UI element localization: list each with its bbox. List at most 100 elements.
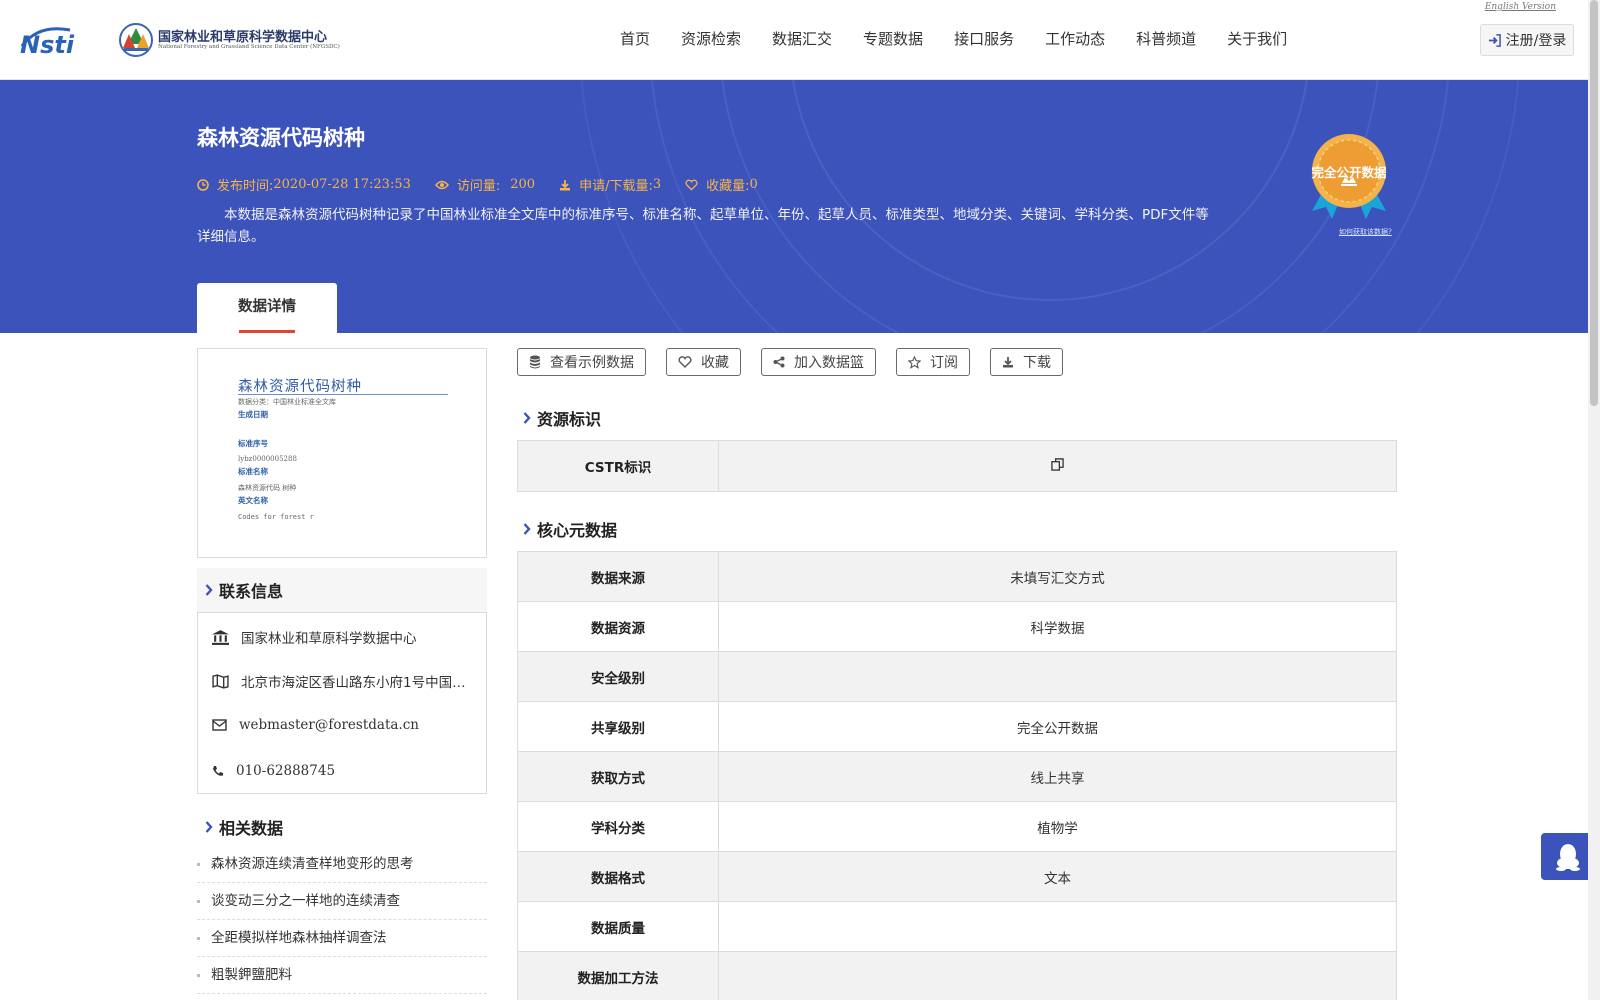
dataset-banner: 森林资源代码树种 发布时间: 2020-07-28 17:23:53 访问量: …	[0, 80, 1600, 333]
table-row: CSTR标识	[517, 440, 1397, 492]
meta-key: 数据质量	[517, 901, 719, 952]
qq-support-button[interactable]	[1541, 833, 1594, 880]
cstr-value-cell	[718, 440, 1397, 492]
nav-api-service[interactable]: 接口服务	[954, 28, 1014, 49]
thumb-field-value: 森林资源代码 树种	[238, 484, 297, 492]
chevron-right-icon	[205, 821, 213, 833]
how-to-get-data-link[interactable]: 如何获取该数据?	[1339, 227, 1392, 237]
thumb-field-label: 标准名称	[238, 467, 268, 476]
download-icon	[1003, 357, 1013, 368]
thumb-title: 森林资源代码树种	[238, 379, 362, 395]
meta-value	[718, 651, 1397, 702]
favorite-button[interactable]: 收藏	[666, 348, 741, 376]
contact-phone: 010-62888745	[212, 763, 472, 779]
qq-penguin-icon	[1555, 843, 1580, 871]
subscribe-button[interactable]: 订阅	[896, 348, 970, 376]
svg-text:Nsti: Nsti	[20, 31, 75, 59]
core-metadata-heading: 核心元数据	[523, 517, 617, 541]
related-data-list: 森林资源连续清查样地变形的思考 谈变动三分之一样地的连续清查 全距模拟样地森林抽…	[197, 846, 487, 994]
contact-email[interactable]: webmaster@forestdata.cn	[212, 717, 472, 733]
main-nav: 首页 资源检索 数据汇交 专题数据 接口服务 工作动态 科普频道 关于我们	[620, 28, 1318, 49]
meta-value	[718, 901, 1397, 952]
meta-value: 科学数据	[718, 601, 1397, 652]
download-count: 申请/下载量: 3	[559, 175, 661, 194]
chevron-right-icon	[523, 523, 531, 535]
meta-value: 文本	[718, 851, 1397, 902]
eye-icon	[434, 180, 449, 189]
core-metadata-table: 数据来源 未填写汇交方式 数据资源 科学数据 安全级别 共享级别 完全公开数据 获取方…	[517, 551, 1397, 1000]
public-data-badge-label: 完全公开数据	[1311, 165, 1387, 180]
dataset-title: 森林资源代码树种	[197, 126, 365, 150]
nav-resource-search[interactable]: 资源检索	[681, 28, 741, 49]
login-button[interactable]: 注册/登录	[1480, 24, 1574, 56]
thumb-field-label: 标准序号	[238, 439, 268, 448]
nfgsdc-logo[interactable]	[118, 22, 158, 58]
meta-key: 安全级别	[517, 651, 719, 702]
dataset-meta: 发布时间: 2020-07-28 17:23:53 访问量: 200 申请/下载…	[197, 175, 782, 194]
table-row: 共享级别 完全公开数据	[517, 701, 1397, 752]
meta-key: 数据格式	[517, 851, 719, 902]
phone-icon	[213, 766, 223, 776]
table-row: 学科分类 植物学	[517, 801, 1397, 852]
envelope-icon	[212, 719, 227, 731]
dataset-thumbnail[interactable]: 森林资源代码树种 数据分类：中国林业标准全文库 生成日期 标准序号 lybz00…	[197, 348, 487, 558]
english-version-link[interactable]: English Version	[1485, 2, 1556, 12]
add-to-basket-button[interactable]: 加入数据篮	[761, 348, 876, 376]
thumb-source: 数据分类：中国林业标准全文库	[238, 398, 336, 406]
meta-key: 数据来源	[517, 551, 719, 602]
page-scrollbar[interactable]	[1588, 0, 1600, 1000]
chevron-right-icon	[205, 584, 213, 596]
meta-value	[718, 951, 1397, 1000]
meta-key: 数据加工方法	[517, 951, 719, 1000]
nav-science-channel[interactable]: 科普频道	[1136, 28, 1196, 49]
meta-key: 数据资源	[517, 601, 719, 652]
nav-topic-data[interactable]: 专题数据	[863, 28, 923, 49]
scrollbar-thumb[interactable]	[1590, 0, 1598, 406]
institution-icon	[212, 629, 229, 645]
related-heading: 相关数据	[205, 815, 283, 839]
meta-value: 线上共享	[718, 751, 1397, 802]
org-name-en: National Forestry and Grassland Science …	[158, 44, 340, 50]
meta-key: 学科分类	[517, 801, 719, 852]
table-row: 数据格式 文本	[517, 851, 1397, 902]
table-row: 数据质量	[517, 901, 1397, 952]
view-sample-button[interactable]: 查看示例数据	[517, 348, 646, 376]
cstr-label: CSTR标识	[517, 440, 719, 492]
clock-icon	[197, 178, 209, 191]
nav-about[interactable]: 关于我们	[1227, 28, 1287, 49]
related-item[interactable]: 粗製鉀鹽肥料	[197, 957, 487, 994]
dataset-description: 本数据是森林资源代码树种记录了中国林业标准全文库中的标准序号、标准名称、起草单位…	[197, 207, 1209, 245]
related-item[interactable]: 谈变动三分之一样地的连续清查	[197, 883, 487, 920]
nav-data-submission[interactable]: 数据汇交	[772, 28, 832, 49]
resource-id-heading: 资源标识	[523, 406, 601, 430]
publish-time: 发布时间: 2020-07-28 17:23:53	[197, 175, 411, 194]
meta-key: 共享级别	[517, 701, 719, 752]
contact-heading: 联系信息	[197, 568, 487, 612]
chevron-right-icon	[523, 412, 531, 424]
star-outline-icon	[908, 355, 921, 369]
related-item[interactable]: 全距模拟样地森林抽样调查法	[197, 920, 487, 957]
database-icon	[530, 355, 540, 369]
heart-outline-icon	[678, 356, 692, 368]
org-name: 国家林业和草原科学数据中心	[158, 30, 328, 45]
tab-data-detail[interactable]: 数据详情	[197, 283, 337, 333]
download-button[interactable]: 下载	[990, 348, 1063, 376]
share-icon	[773, 356, 785, 368]
visit-count: 访问量: 200	[434, 175, 535, 194]
nav-news[interactable]: 工作动态	[1045, 28, 1105, 49]
table-row: 安全级别	[517, 651, 1397, 702]
copy-icon[interactable]	[1051, 457, 1064, 471]
thumb-divider	[238, 394, 448, 395]
favorite-count: 收藏量: 0	[685, 175, 758, 194]
contact-info: 国家林业和草原科学数据中心 北京市海淀区香山路东小府1号中国林业科学研究院 we…	[197, 612, 487, 794]
nsti-logo[interactable]: Nsti	[18, 20, 98, 60]
meta-key: 获取方式	[517, 751, 719, 802]
related-item[interactable]: 森林资源连续清查样地变形的思考	[197, 846, 487, 883]
table-row: 数据来源 未填写汇交方式	[517, 551, 1397, 602]
resource-id-table: CSTR标识	[517, 440, 1397, 492]
nav-home[interactable]: 首页	[620, 28, 650, 49]
contact-address: 北京市海淀区香山路东小府1号中国林业科学研究院	[212, 671, 472, 691]
tab-active-underline	[239, 330, 295, 333]
download-icon	[560, 179, 571, 190]
table-row: 数据加工方法	[517, 951, 1397, 1000]
